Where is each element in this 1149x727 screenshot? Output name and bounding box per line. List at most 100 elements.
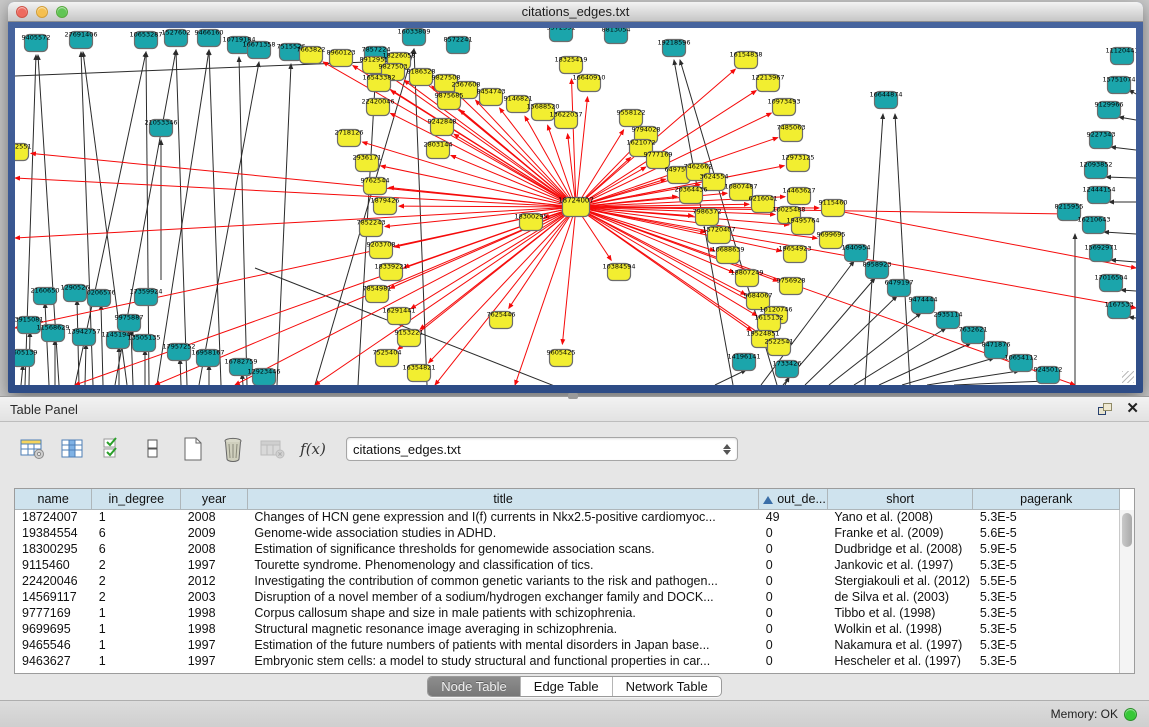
graph-edge[interactable] bbox=[25, 55, 36, 385]
graph-node[interactable]: 7854981 bbox=[363, 285, 392, 303]
table-cell[interactable]: Changes of HCN gene expression and I(f) … bbox=[247, 509, 758, 525]
table-row[interactable]: 911546021997Tourette syndrome. Phenomeno… bbox=[15, 557, 1120, 573]
table-cell[interactable]: 19384554 bbox=[15, 525, 92, 541]
network-graph[interactable]: 9405572276914061065328715276029466160107… bbox=[15, 28, 1136, 385]
graph-node[interactable]: 15692971 bbox=[1084, 244, 1117, 262]
graph-node[interactable]: 9115460 bbox=[819, 199, 848, 217]
table-cell[interactable]: Tibbo et al. (1998) bbox=[827, 605, 973, 621]
graph-node[interactable]: 9203708 bbox=[367, 241, 396, 259]
table-cell[interactable]: Corpus callosum shape and size in male p… bbox=[247, 605, 758, 621]
graph-node[interactable]: 13942757 bbox=[67, 328, 100, 346]
table-cell[interactable]: 9465546 bbox=[15, 637, 92, 653]
table-panel-titlebar[interactable]: Table Panel ✕ bbox=[0, 397, 1149, 422]
tab-node-table[interactable]: Node Table bbox=[428, 677, 521, 696]
graph-node[interactable]: 12923446 bbox=[247, 368, 280, 386]
graph-node[interactable]: 18807249 bbox=[730, 269, 763, 287]
graph-node[interactable]: 16033809 bbox=[397, 28, 430, 46]
table-cell[interactable]: Estimation of the future numbers of pati… bbox=[247, 637, 758, 653]
column-header-year[interactable]: year bbox=[181, 489, 248, 509]
graph-node[interactable]: 8572241 bbox=[444, 36, 473, 54]
table-row[interactable]: 1830029562008Estimation of significance … bbox=[15, 541, 1120, 557]
graph-node[interactable]: 8813054 bbox=[602, 28, 631, 44]
scrollbar-thumb[interactable] bbox=[1122, 513, 1132, 547]
panel-resize-handle[interactable] bbox=[568, 393, 578, 399]
table-cell[interactable]: Stergiakouli et al. (2012) bbox=[827, 573, 973, 589]
memory-ok-icon[interactable] bbox=[1124, 708, 1137, 721]
table-cell[interactable]: 2008 bbox=[181, 541, 248, 557]
graph-node[interactable]: 11568629 bbox=[36, 324, 69, 342]
graph-node[interactable]: 16543382 bbox=[362, 74, 395, 92]
graph-edge[interactable] bbox=[954, 381, 1046, 385]
graph-node[interactable]: 9129966 bbox=[1095, 101, 1124, 119]
table-cell[interactable]: 0 bbox=[759, 573, 828, 589]
graph-edge[interactable] bbox=[15, 178, 576, 207]
table-cell[interactable]: 5.3E-5 bbox=[973, 637, 1120, 653]
graph-edge[interactable] bbox=[895, 114, 910, 385]
graph-node[interactable]: 7625446 bbox=[487, 311, 516, 329]
graph-node[interactable]: 1290526 bbox=[61, 284, 90, 302]
graph-edge[interactable] bbox=[411, 207, 576, 309]
graph-edge[interactable] bbox=[176, 50, 187, 385]
column-header-in-degree[interactable]: in_degree bbox=[92, 489, 181, 509]
table-cell[interactable]: de Silva et al. (2003) bbox=[827, 589, 973, 605]
table-cell[interactable]: 0 bbox=[759, 637, 828, 653]
graph-edge[interactable] bbox=[15, 207, 576, 238]
column-header-out-de[interactable]: out_de... bbox=[759, 489, 828, 509]
graph-edge[interactable] bbox=[277, 64, 291, 385]
graph-edge[interactable] bbox=[1119, 117, 1136, 120]
table-cell[interactable]: 18724007 bbox=[15, 509, 92, 525]
graph-node[interactable]: 9762544 bbox=[361, 177, 390, 195]
column-header-name[interactable]: name bbox=[15, 489, 92, 509]
graph-node[interactable]: 18325419 bbox=[554, 56, 587, 74]
graph-node[interactable]: 9699695 bbox=[817, 231, 846, 249]
table-cell[interactable]: 1998 bbox=[181, 605, 248, 621]
table-cell[interactable]: 5.3E-5 bbox=[973, 589, 1120, 605]
new-file-icon[interactable] bbox=[178, 434, 208, 464]
function-icon[interactable]: f(x) bbox=[298, 434, 328, 464]
column-header-title[interactable]: title bbox=[247, 489, 758, 509]
graph-node[interactable]: 13505135 bbox=[127, 334, 160, 352]
graph-edge[interactable] bbox=[235, 207, 576, 385]
graph-node[interactable]: 17016504 bbox=[1094, 274, 1127, 292]
table-cell[interactable]: Embryonic stem cells: a model to study s… bbox=[247, 653, 758, 669]
graph-node[interactable]: 16291441 bbox=[382, 307, 415, 325]
graph-node[interactable]: 1879426 bbox=[371, 197, 400, 215]
network-canvas[interactable]: 9405572276914061065328715276029466160107… bbox=[15, 28, 1136, 385]
graph-node[interactable]: 7986372 bbox=[693, 208, 722, 226]
graph-node[interactable]: 10384594 bbox=[602, 263, 635, 281]
graph-node[interactable]: 15751074 bbox=[1102, 76, 1135, 94]
graph-node[interactable]: 1840954 bbox=[842, 244, 871, 262]
graph-edge[interactable] bbox=[180, 359, 181, 385]
graph-edge[interactable] bbox=[1106, 177, 1136, 178]
graph-edge[interactable] bbox=[1111, 260, 1136, 262]
table-scrollbar[interactable] bbox=[1119, 510, 1134, 673]
graph-node[interactable]: 19218596 bbox=[657, 39, 690, 57]
node-attribute-table[interactable]: namein_degreeyeartitleout_de...shortpage… bbox=[15, 489, 1120, 669]
table-cell[interactable]: 1997 bbox=[181, 557, 248, 573]
graph-node[interactable]: 17359924 bbox=[129, 288, 162, 306]
table-row[interactable]: 1938455462009Genome-wide association stu… bbox=[15, 525, 1120, 541]
graph-node[interactable]: 22420046 bbox=[361, 98, 394, 116]
graph-node[interactable]: 9242848 bbox=[428, 118, 457, 136]
table-cell[interactable]: 0 bbox=[759, 541, 828, 557]
table-row[interactable]: 969969511998Structural magnetic resonanc… bbox=[15, 621, 1120, 637]
window-titlebar[interactable]: citations_edges.txt bbox=[8, 2, 1143, 22]
table-cell[interactable]: 1 bbox=[92, 509, 181, 525]
table-cell[interactable]: 1 bbox=[92, 605, 181, 621]
graph-node[interactable]: 27691406 bbox=[64, 31, 97, 49]
graph-node[interactable]: 2718126 bbox=[335, 129, 364, 147]
graph-node[interactable]: 7525404 bbox=[373, 349, 402, 367]
graph-node[interactable]: 1167533 bbox=[1105, 301, 1134, 319]
table-cell[interactable]: 2009 bbox=[181, 525, 248, 541]
graph-node[interactable]: 16644874 bbox=[869, 91, 902, 109]
graph-edge[interactable] bbox=[1121, 290, 1136, 291]
graph-node[interactable]: 7663822 bbox=[297, 46, 326, 64]
graph-node[interactable]: 2803144 bbox=[424, 141, 453, 159]
table-cell[interactable]: Investigating the contribution of common… bbox=[247, 573, 758, 589]
graph-node[interactable]: 6479197 bbox=[885, 279, 914, 297]
table-settings-icon[interactable] bbox=[18, 434, 48, 464]
table-row[interactable]: 946554611997Estimation of the future num… bbox=[15, 637, 1120, 653]
table-cell[interactable]: Franke et al. (2009) bbox=[827, 525, 973, 541]
graph-node[interactable]: 16640910 bbox=[572, 74, 605, 92]
graph-node[interactable]: 20364436 bbox=[674, 186, 707, 204]
